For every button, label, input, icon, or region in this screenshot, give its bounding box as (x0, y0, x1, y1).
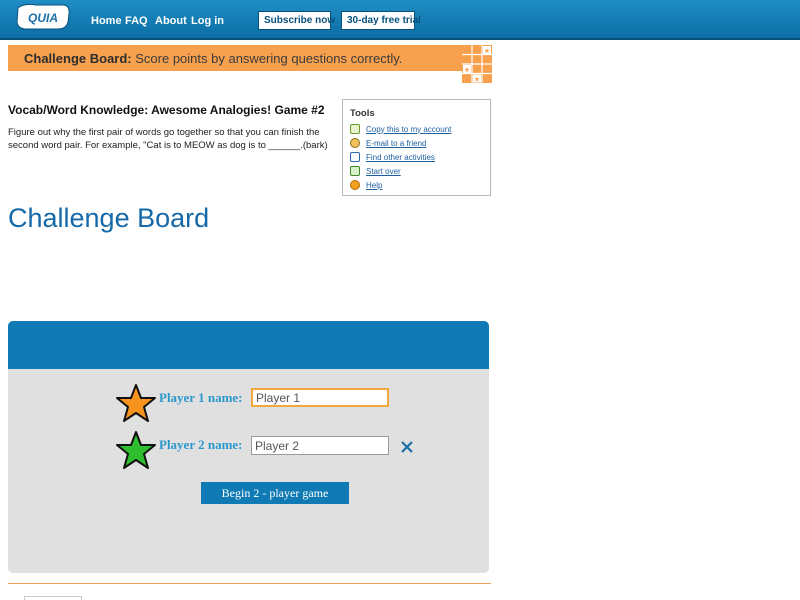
player1-label: Player 1 name: (159, 390, 243, 405)
game-title: Vocab/Word Knowledge: Awesome Analogies!… (8, 103, 325, 117)
panel-header (8, 321, 489, 369)
bottom-divider (8, 583, 491, 584)
banner-title: Challenge Board: (24, 51, 132, 66)
footer-box (24, 596, 82, 600)
game-setup-panel: Player 1 name: Player 2 name: Begin 2 - … (8, 321, 489, 573)
tool-start-over[interactable]: Start over (350, 165, 401, 177)
email-friend-icon (350, 138, 360, 148)
tool-email-friend[interactable]: E-mail to a friend (350, 137, 426, 149)
tool-start-over-link[interactable]: Start over (366, 167, 401, 176)
logo-text: QUIA (28, 11, 58, 25)
banner-subtitle: Score points by answering questions corr… (135, 51, 403, 66)
free-trial-button[interactable]: 30-day free trial (341, 11, 421, 30)
help-icon (350, 180, 360, 190)
player2-name-input[interactable] (251, 436, 389, 455)
subscribe-button[interactable]: Subscribe now (258, 11, 335, 30)
top-nav-bar: QUIA Home FAQ About Log in Subscribe now… (0, 0, 800, 40)
nav-login-link[interactable]: Log in (191, 15, 224, 27)
tool-help-link[interactable]: Help (366, 181, 382, 190)
tool-find-link[interactable]: Find other activities (366, 153, 435, 162)
quia-logo[interactable]: QUIA (14, 2, 72, 32)
nav-home-link[interactable]: Home (91, 15, 122, 27)
nav-faq-link[interactable]: FAQ (125, 15, 148, 27)
game-description: Figure out why the first pair of words g… (8, 127, 328, 151)
begin-game-button[interactable]: Begin 2 - player game (201, 482, 349, 504)
remove-player-close-icon[interactable] (400, 440, 414, 454)
svg-text:★: ★ (474, 76, 480, 84)
tool-copy-to-account[interactable]: Copy this to my account (350, 123, 451, 135)
player2-star-icon (116, 431, 156, 469)
search-activities-icon (350, 152, 360, 162)
svg-text:★: ★ (464, 66, 470, 74)
tool-find-activities[interactable]: Find other activities (350, 151, 435, 163)
svg-text:★: ★ (484, 47, 490, 55)
start-over-icon (350, 166, 360, 176)
tools-panel: Tools Copy this to my account E-mail to … (342, 99, 491, 196)
tool-email-link[interactable]: E-mail to a friend (366, 139, 426, 148)
nav-about-link[interactable]: About (155, 15, 187, 27)
challenge-board-grid-icon: ★ ★ ★ (462, 45, 492, 83)
tool-copy-link[interactable]: Copy this to my account (366, 125, 451, 134)
page-title: Challenge Board (8, 203, 210, 233)
player1-star-icon (116, 384, 156, 422)
player1-name-input[interactable] (251, 388, 389, 407)
tool-help[interactable]: Help (350, 179, 382, 191)
player2-label: Player 2 name: (159, 437, 243, 452)
copy-icon (350, 124, 360, 134)
challenge-banner: Challenge Board: Score points by answeri… (8, 45, 491, 71)
tools-title: Tools (350, 108, 375, 119)
